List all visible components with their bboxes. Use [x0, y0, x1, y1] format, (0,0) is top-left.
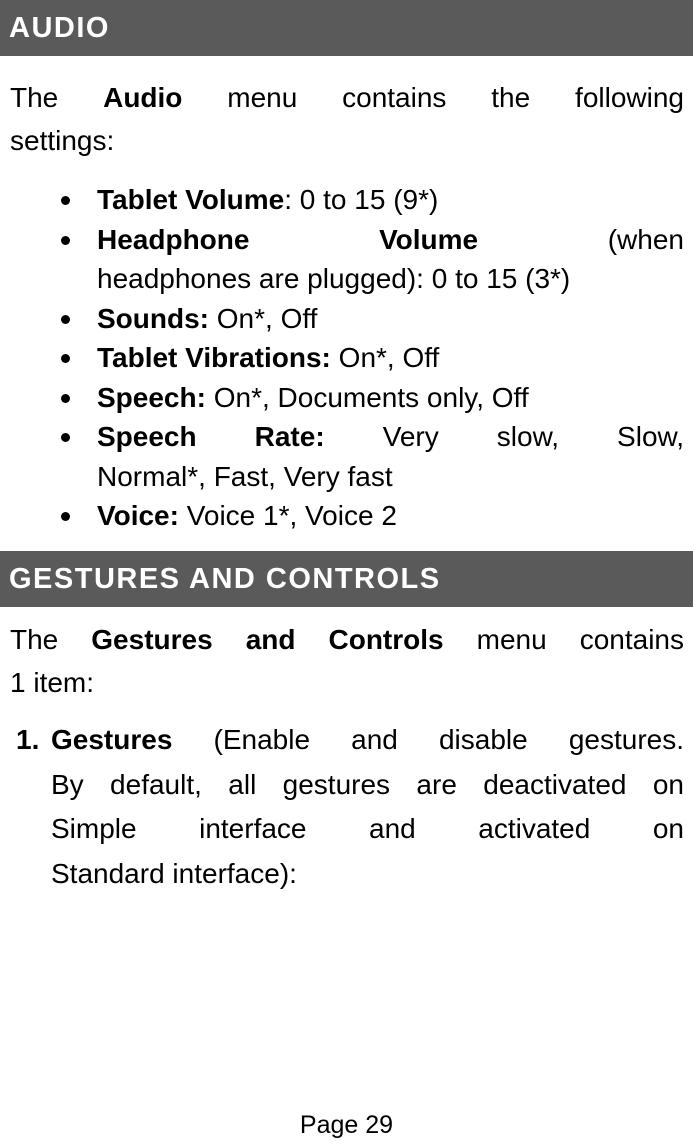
- gestures-intro-paragraph: The Gestures and Controls menu contains …: [10, 618, 684, 704]
- list-item-speech: Speech: On*, Documents only, Off: [0, 378, 693, 418]
- gestures-menu-name: Gestures and Controls: [91, 624, 444, 655]
- setting-value-continued: Normal*, Fast, Very fast: [97, 460, 393, 492]
- item-description-line-4: Standard interface):: [51, 857, 297, 889]
- setting-label: Speech Rate:: [97, 421, 325, 452]
- audio-intro-line-2: settings:: [10, 125, 115, 156]
- setting-label: Tablet Volume: [97, 184, 285, 215]
- section-heading-gestures-and-controls: GESTURES AND CONTROLS: [0, 551, 693, 607]
- setting-label: Headphone Volume: [97, 223, 479, 255]
- setting-value: Very slow, Slow,: [382, 421, 684, 452]
- item-description-line-2: By default, all gestures are deactivated…: [51, 768, 684, 800]
- audio-intro-paragraph: The Audio menu contains the following se…: [10, 76, 684, 162]
- list-item-voice: Voice: Voice 1*, Voice 2: [0, 496, 693, 536]
- item-number: 1.: [16, 724, 40, 755]
- setting-value-continued: headphones are plugged): 0 to 15 (3*): [97, 263, 571, 294]
- page-number: Page 29: [299, 1111, 394, 1139]
- setting-value: (when: [607, 223, 684, 255]
- list-item-sounds: Sounds: On*, Off: [0, 299, 693, 339]
- setting-label: Tablet Vibrations:: [97, 342, 331, 373]
- list-item-tablet-volume: Tablet Volume: 0 to 15 (9*): [0, 180, 693, 220]
- audio-menu-name: Audio: [103, 82, 183, 113]
- setting-value: On*, Off: [338, 342, 440, 373]
- setting-value: Voice 1*, Voice 2: [186, 500, 397, 531]
- bullet-icon: [61, 314, 70, 324]
- gestures-intro-line-2: 1 item:: [10, 667, 95, 698]
- gestures-intro-line-1: The Gestures and Controls menu contains: [10, 624, 684, 655]
- bullet-icon: [61, 196, 70, 205]
- gestures-items-list: 1. Gestures (Enable and disable gestures…: [0, 718, 693, 896]
- list-item-tablet-vibrations: Tablet Vibrations: On*, Off: [0, 338, 693, 378]
- setting-value: On*, Documents only, Off: [213, 381, 529, 413]
- setting-value: 0 to 15 (9*): [299, 184, 439, 215]
- item-label: Gestures: [51, 724, 173, 755]
- audio-settings-list: Tablet Volume: 0 to 15 (9*) Headphone Vo…: [0, 180, 693, 536]
- bullet-icon: [61, 393, 70, 403]
- item-description-line-3: Simple interface and activated on: [51, 813, 684, 844]
- setting-label: Speech:: [97, 381, 206, 413]
- audio-intro-line-1: The Audio menu contains the following: [10, 82, 684, 113]
- list-item-speech-rate: Speech Rate: Very slow, Slow, Normal*, F…: [0, 417, 693, 496]
- setting-label: Voice:: [97, 500, 179, 531]
- list-item-gestures: 1. Gestures (Enable and disable gestures…: [0, 718, 693, 896]
- setting-value: On*, Off: [216, 302, 318, 334]
- section-heading-audio: AUDIO: [0, 0, 693, 56]
- bullet-icon: [61, 235, 70, 245]
- bullet-icon: [61, 512, 70, 521]
- bullet-icon: [61, 433, 70, 442]
- setting-label: Sounds:: [97, 302, 209, 334]
- bullet-icon: [61, 354, 70, 363]
- list-item-headphone-volume: Headphone Volume (when headphones are pl…: [0, 220, 693, 299]
